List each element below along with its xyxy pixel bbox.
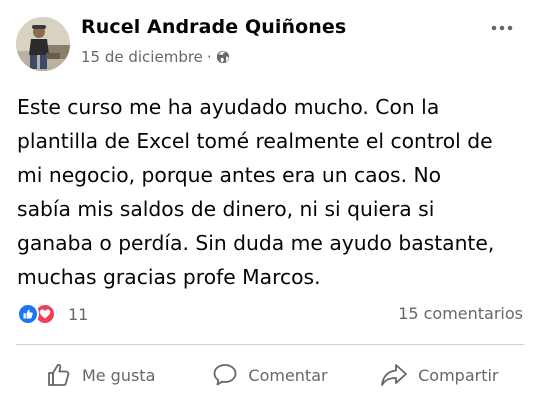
comments-count[interactable]: 15 comentarios (398, 304, 523, 323)
post-text-line: mi negocio, porque antes era un caos. No (17, 163, 442, 187)
post-text-line: sabía mis saldos de dinero, ni si quiera… (17, 197, 435, 221)
thumbs-up-icon (48, 363, 70, 386)
like-reaction-icon (17, 303, 39, 325)
share-button[interactable]: Compartir (355, 352, 524, 398)
author-name[interactable]: Rucel Andrade Quiñones (81, 16, 346, 38)
avatar-photo (16, 17, 70, 71)
post-date[interactable]: 15 de diciembre (81, 48, 203, 66)
divider (16, 344, 524, 345)
like-button-label: Me gusta (81, 365, 156, 385)
more-options-icon[interactable] (488, 16, 516, 40)
meta-separator: · (206, 48, 212, 66)
globe-icon[interactable] (216, 50, 230, 64)
post-meta: 15 de diciembre · (81, 48, 230, 66)
comment-button[interactable]: Comentar (185, 352, 354, 398)
comment-icon (213, 364, 237, 386)
avatar[interactable] (16, 17, 70, 71)
share-button-label: Compartir (418, 365, 499, 385)
action-bar: Me gusta Comentar Compartir (16, 352, 524, 398)
comment-button-label: Comentar (248, 365, 328, 385)
share-icon (381, 364, 408, 386)
post-text-line: muchas gracias profe Marcos. (17, 265, 321, 289)
like-button[interactable]: Me gusta (16, 352, 185, 398)
reaction-count: 11 (68, 304, 89, 324)
post-text-line: ganaba o perdía. Sin duda me ayudo basta… (17, 231, 495, 255)
post-text: Este curso me ha ayudado mucho. Con la p… (17, 90, 532, 294)
post-text-line: plantilla de Excel tomé realmente el con… (17, 129, 493, 153)
post-text-line: Este curso me ha ayudado mucho. Con la (17, 95, 440, 119)
reactions-summary[interactable]: 11 (17, 303, 88, 325)
